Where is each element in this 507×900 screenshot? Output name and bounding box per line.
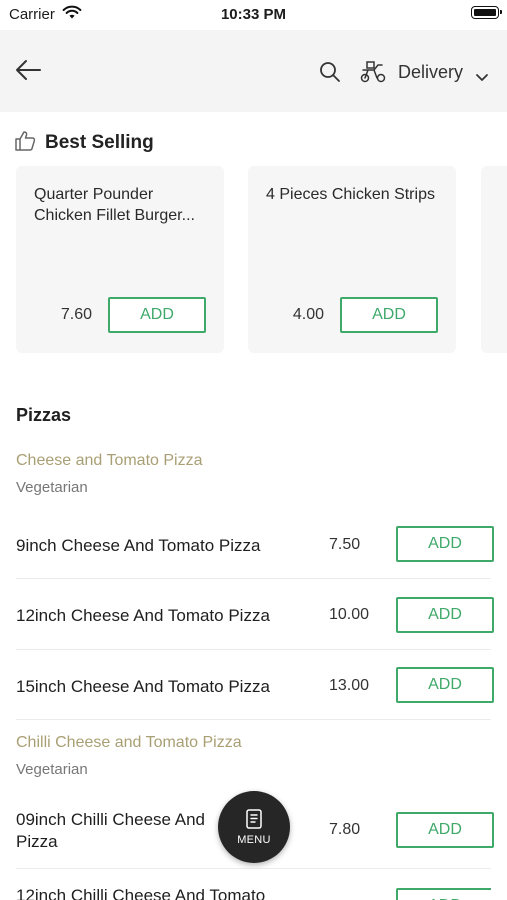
menu-item-name-line: 09inch Chilli Cheese And — [16, 810, 206, 829]
divider — [16, 649, 491, 650]
thumbs-up-icon — [14, 130, 36, 157]
divider — [16, 868, 491, 869]
product-card[interactable]: Quarter Pounder Chicken Fillet Burger...… — [16, 166, 224, 353]
menu-item-name-line: Pizza — [16, 832, 58, 851]
add-button[interactable]: ADD — [396, 888, 491, 900]
product-name: 4 Pieces Chicken Strips — [266, 186, 435, 203]
status-bar: Carrier 10:33 PM — [0, 0, 507, 30]
menu-item-name: 15inch Cheese And Tomato Pizza — [16, 677, 270, 696]
delivery-scooter-icon[interactable] — [359, 59, 387, 88]
add-button[interactable]: ADD — [396, 597, 494, 633]
menu-item-name: 09inch Chilli Cheese And Pizza — [16, 809, 205, 853]
menu-fab-label: MENU — [237, 834, 271, 846]
battery-icon — [471, 6, 502, 19]
menu-item-price: 13.00 — [329, 677, 370, 694]
menu-item-price: 7.80 — [329, 821, 361, 838]
best-selling-header: Best Selling — [14, 130, 154, 156]
clock: 10:33 PM — [220, 6, 287, 23]
chevron-down-icon[interactable] — [475, 69, 489, 87]
product-price: 7.60 — [60, 306, 92, 323]
group-subtitle: Vegetarian — [16, 761, 88, 778]
product-card[interactable]: 4 Pieces Chicken Strips 4.00 ADD — [248, 166, 456, 353]
menu-fab-button[interactable]: MENU — [218, 791, 290, 863]
add-button[interactable]: ADD — [396, 667, 494, 703]
menu-item-name: 12inch Cheese And Tomato Pizza — [16, 606, 270, 625]
search-icon[interactable] — [319, 61, 341, 88]
menu-item-price: 7.50 — [329, 536, 361, 553]
top-bar: Delivery — [0, 30, 507, 112]
add-button[interactable]: ADD — [396, 812, 494, 848]
best-selling-title: Best Selling — [45, 132, 154, 153]
menu-book-icon — [245, 808, 263, 835]
best-selling-carousel[interactable]: Quarter Pounder Chicken Fillet Burger...… — [16, 166, 507, 354]
menu-item-row: 12inch Cheese And Tomato Pizza 10.00 ADD — [16, 580, 494, 650]
group-title: Cheese and Tomato Pizza — [16, 452, 203, 469]
add-button[interactable]: ADD — [108, 297, 206, 333]
delivery-mode-label[interactable]: Delivery — [398, 62, 463, 83]
menu-item-name: 9inch Cheese And Tomato Pizza — [16, 536, 261, 555]
divider — [16, 578, 491, 579]
divider — [16, 719, 491, 720]
product-card-partial[interactable] — [481, 166, 507, 353]
menu-item-name: 12inch Chilli Cheese And Tomato — [16, 886, 266, 900]
group-title: Chilli Cheese and Tomato Pizza — [16, 734, 242, 751]
back-arrow-icon[interactable] — [14, 58, 42, 87]
group-subtitle: Vegetarian — [16, 479, 88, 496]
menu-item-row: 12inch Chilli Cheese And Tomato ADD — [16, 870, 491, 900]
menu-item-price: 10.00 — [329, 606, 370, 623]
product-name: Quarter Pounder Chicken Fillet Burger... — [34, 186, 195, 224]
product-price: 4.00 — [292, 306, 324, 323]
add-button[interactable]: ADD — [396, 526, 494, 562]
add-button[interactable]: ADD — [340, 297, 438, 333]
category-title: Pizzas — [16, 405, 72, 425]
menu-item-row: 15inch Cheese And Tomato Pizza 13.00 ADD — [16, 651, 494, 721]
menu-item-row: 9inch Cheese And Tomato Pizza 7.50 ADD — [16, 510, 494, 580]
